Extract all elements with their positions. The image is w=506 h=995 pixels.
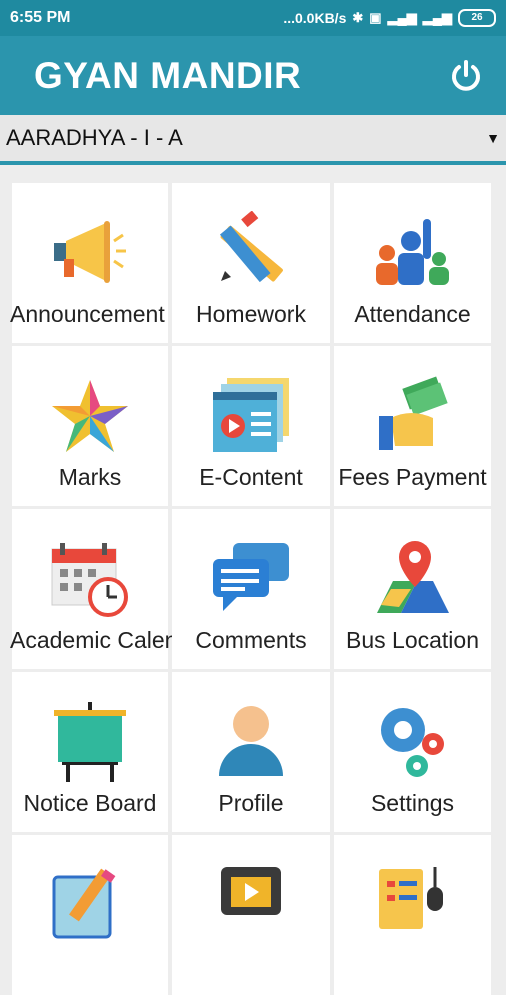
tile-video-player[interactable] — [172, 835, 330, 995]
status-bar: 6:55 PM ...0.0KB/s ✱ ▣ ▂▄▆ ▂▄▆ 26 — [0, 0, 506, 36]
megaphone-icon — [54, 221, 126, 283]
board-icon — [54, 702, 126, 782]
gears-icon — [380, 708, 444, 777]
star-icon — [52, 380, 128, 452]
network-speed: ...0.0KB/s — [283, 10, 347, 26]
tile-label: E-Content — [199, 464, 303, 490]
app-title: GYAN MANDIR — [34, 54, 302, 96]
tile-bus-location[interactable]: Bus Location — [334, 509, 491, 669]
tile-label: Settings — [370, 790, 455, 816]
tile-attendance[interactable]: Attendance — [334, 183, 491, 343]
tile-label: Announcement — [10, 301, 165, 327]
bluetooth-icon: ✱ — [352, 10, 364, 25]
tile-academic-calendar[interactable]: Academic Calendar — [10, 509, 211, 669]
tile-label: Marks — [58, 464, 122, 490]
edit-note-icon — [52, 868, 116, 939]
checklist-mouse-icon — [378, 867, 443, 929]
video-document-icon — [213, 378, 289, 452]
pencil-ruler-icon — [219, 211, 283, 283]
tile-label: Profile — [218, 790, 284, 816]
tile-settings[interactable]: Settings — [334, 672, 491, 832]
dropdown-arrow-icon: ▼ — [486, 130, 500, 146]
tile-e-content[interactable]: E-Content — [172, 346, 330, 506]
tile-label: Comments — [195, 627, 307, 653]
student-selector[interactable]: AARADHYA - I - A ▼ — [0, 115, 506, 165]
calendar-clock-icon — [51, 543, 128, 617]
tile-checklist[interactable] — [334, 835, 491, 995]
video-player-icon — [221, 867, 281, 915]
map-pin-icon — [376, 541, 449, 613]
power-icon — [452, 59, 480, 91]
signal-icon-2: ▂▄▆ — [422, 10, 452, 25]
status-time: 6:55 PM — [10, 9, 71, 26]
battery-level: 26 — [471, 12, 483, 23]
chat-bubbles-icon — [213, 543, 289, 611]
tile-label: Fees Payment — [338, 464, 487, 490]
tile-fees-payment[interactable]: Fees Payment — [334, 346, 491, 506]
tile-announcement[interactable]: Announcement — [10, 183, 168, 343]
user-icon — [219, 706, 283, 776]
tile-edit-note[interactable] — [12, 835, 168, 995]
tile-homework[interactable]: Homework — [172, 183, 330, 343]
signal-icon: ▂▄▆ — [387, 10, 417, 25]
tile-notice-board[interactable]: Notice Board — [12, 672, 168, 832]
tile-label: Homework — [196, 301, 306, 327]
app-bar: GYAN MANDIR — [0, 36, 506, 115]
tile-profile[interactable]: Profile — [172, 672, 330, 832]
tile-marks[interactable]: Marks — [12, 346, 168, 506]
menu-grid: Announcement Homework Attendance Marks E… — [10, 183, 493, 995]
status-icons: ...0.0KB/s ✱ ▣ ▂▄▆ ▂▄▆ 26 — [283, 9, 496, 27]
tile-label: Bus Location — [346, 627, 479, 653]
cash-hand-icon — [378, 376, 448, 450]
battery-icon: 26 — [458, 9, 496, 27]
volte-icon: ▣ — [369, 10, 382, 25]
people-hand-raised-icon — [375, 219, 449, 285]
student-selector-value: AARADHYA - I - A — [6, 125, 183, 150]
tile-comments[interactable]: Comments — [172, 509, 330, 669]
tile-label: Attendance — [354, 301, 471, 327]
power-button[interactable] — [446, 56, 486, 96]
tile-label: Notice Board — [23, 790, 157, 816]
